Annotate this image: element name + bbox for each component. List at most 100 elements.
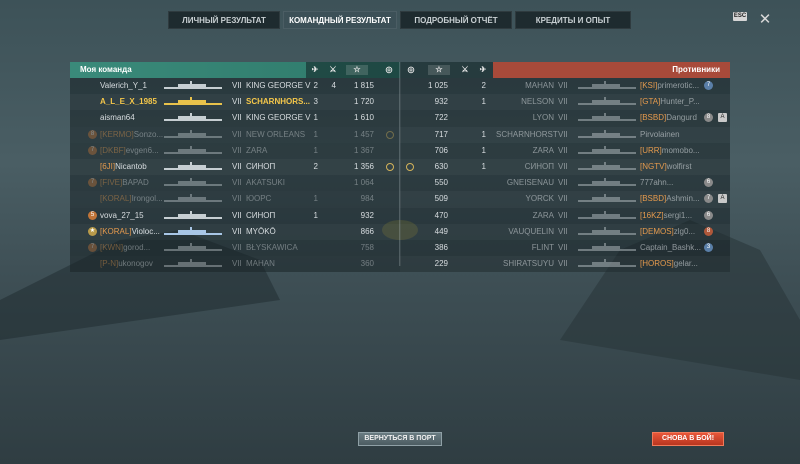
- table-row[interactable]: 7 [KWN]gorod... VII BŁYSKAWICA 758: [70, 240, 400, 256]
- rank-badge-icon: 8: [88, 129, 97, 139]
- rank-badge-icon: 7: [704, 81, 713, 90]
- table-row[interactable]: 449 VAUQUELIN VII [DEMOS]zlg0... 8: [400, 224, 730, 240]
- ship-kills-icon[interactable]: ⚔: [328, 65, 338, 75]
- tab-credits-xp[interactable]: КРЕДИТЫ И ОПЫТ: [515, 11, 631, 29]
- rank-badge-icon: 7: [88, 145, 97, 155]
- player-name-cell: [KORAL]Irongol...: [100, 191, 163, 207]
- ship-silhouette-icon: [578, 242, 636, 251]
- ship-silhouette-icon: [578, 226, 636, 235]
- clan-tag: [DEMOS]: [640, 226, 674, 236]
- ship-silhouette-icon: [578, 210, 636, 219]
- player-name: Sonzo...: [133, 129, 164, 139]
- table-row[interactable]: 509 YORCK VII [BSBD]Ashmin... 7 A: [400, 191, 730, 207]
- ship-silhouette-icon: [164, 129, 222, 138]
- rank-badge-icon: 6: [704, 210, 713, 220]
- base-xp-value: 509: [434, 194, 448, 204]
- player-name-cell: A_L_E_X_1985: [100, 94, 157, 110]
- base-xp-value: 984: [360, 194, 374, 204]
- table-row[interactable]: aisman64 VII KING GEORGE V1 1 610: [70, 110, 400, 126]
- ship-silhouette-icon: [164, 210, 222, 219]
- base-xp-value: 866: [360, 226, 374, 236]
- table-row[interactable]: 470 ZARA VII [16KZ]sergi1... 6: [400, 208, 730, 224]
- battle-again-button[interactable]: СНОВА В БОЙ!: [652, 432, 724, 446]
- plane-kills-value: 1: [313, 210, 318, 220]
- ship-name: СИНОП: [246, 210, 276, 220]
- base-xp-value: 449: [434, 226, 448, 236]
- table-row[interactable]: A_L_E_X_1985 VII SCHARNHORS... 3 1 720: [70, 94, 400, 110]
- player-name-cell: [KSI]primerotic...: [640, 78, 699, 94]
- table-row[interactable]: ★ [KORAL]Violoc... VII MYŌKŌ 866: [70, 224, 400, 240]
- plane-kills-value: 1: [481, 145, 486, 155]
- clan-tag: [KORAL]: [100, 194, 132, 204]
- table-row[interactable]: 8 [KERMO]Sonzo... VII NEW ORLEANS 1 1 457: [70, 127, 400, 143]
- rank-badge-icon: ★: [88, 226, 97, 236]
- tab-personal-result[interactable]: ЛИЧНЫЙ РЕЗУЛЬТАТ: [168, 11, 280, 29]
- base-xp-value: 386: [434, 242, 448, 252]
- tab-team-result[interactable]: КОМАНДНЫЙ РЕЗУЛЬТАТ: [283, 11, 397, 29]
- plane-kills-icon[interactable]: ✈: [310, 65, 320, 75]
- my-team-header: Моя команда ✈ ⚔ ☆ ◎: [70, 62, 400, 78]
- player-name-cell: [16KZ]sergi1...: [640, 208, 692, 224]
- ship-silhouette-icon: [578, 129, 636, 138]
- table-row[interactable]: 7 [DKBF]evgen6... VII ZARA 1 1 367: [70, 143, 400, 159]
- ship-tier: VII: [558, 161, 568, 171]
- player-name: Hunter_P...: [660, 97, 700, 107]
- table-row[interactable]: 229 SHIRATSUYU VII [HOROS]gelar...: [400, 256, 730, 272]
- my-team-title: Моя команда: [80, 65, 132, 74]
- player-name: wolfirst: [666, 161, 692, 171]
- ship-tier: VII: [232, 178, 242, 188]
- division-square-icon: A: [718, 194, 727, 204]
- table-row[interactable]: [KORAL]Irongol... VII ЮОРС 1 984: [70, 191, 400, 207]
- clan-tag: [HOROS]: [640, 259, 674, 269]
- table-row[interactable]: 5 vova_27_15 VII СИНОП 1 932: [70, 208, 400, 224]
- plane-kills-icon[interactable]: ✈: [478, 65, 488, 75]
- ship-tier: VII: [232, 161, 242, 171]
- player-name-cell: Valerich_Y_1: [100, 78, 147, 94]
- table-row[interactable]: Valerich_Y_1 VII KING GEORGE V2 4 1 815: [70, 78, 400, 94]
- ship-tier: VII: [558, 226, 568, 236]
- base-xp-value: 1 064: [353, 178, 374, 188]
- table-row[interactable]: 550 GNEISENAU VII 777ahn... 6: [400, 175, 730, 191]
- ship-tier: VII: [232, 145, 242, 155]
- ship-name: SCHARNHORST: [496, 129, 558, 139]
- player-name-cell: Captain_Bashk...: [640, 240, 701, 256]
- plane-kills-value: 1: [313, 113, 318, 123]
- table-row[interactable]: 7 [FIVE]BAPAD VII AKATSUKI 1 064: [70, 175, 400, 191]
- ship-silhouette-icon: [578, 259, 636, 268]
- ship-silhouette-icon: [164, 259, 222, 268]
- table-row[interactable]: 630 1 СИНОП VII [NGTV]wolfirst: [400, 159, 730, 175]
- close-icon[interactable]: ✕: [756, 11, 774, 29]
- table-row[interactable]: 722 LYON VII [BSBD]Dangurd 8 A: [400, 110, 730, 126]
- player-name-cell: [6JI]Nicantob: [100, 159, 147, 175]
- table-row[interactable]: 1 025 2 MAHAN VII [KSI]primerotic... 7: [400, 78, 730, 94]
- plane-kills-value: 1: [313, 145, 318, 155]
- base-xp-icon[interactable]: ☆: [346, 65, 368, 75]
- return-to-port-button[interactable]: ВЕРНУТЬСЯ В ПОРТ: [358, 432, 442, 446]
- player-name: Captain_Bashk...: [640, 242, 701, 252]
- ship-kills-icon[interactable]: ⚔: [460, 65, 470, 75]
- base-xp-value: 550: [434, 178, 448, 188]
- table-row[interactable]: [6JI]Nicantob VII СИНОП 2 1 356: [70, 159, 400, 175]
- clan-tag: [FIVE]: [100, 178, 123, 188]
- table-row[interactable]: 706 1 ZARA VII [URR]momobo...: [400, 143, 730, 159]
- ship-name: MYŌKŌ: [246, 226, 276, 236]
- tab-detailed-report[interactable]: ПОДРОБНЫЙ ОТЧЁТ: [400, 11, 512, 29]
- base-xp-value: 229: [434, 259, 448, 269]
- player-name: gelar...: [673, 259, 698, 269]
- ship-name: FLINT: [531, 242, 554, 252]
- medal-icon: [406, 162, 414, 171]
- ship-tier: VII: [558, 242, 568, 252]
- table-row[interactable]: 932 1 NELSON VII [GTA]Hunter_P...: [400, 94, 730, 110]
- base-xp-icon[interactable]: ☆: [428, 65, 450, 75]
- table-row[interactable]: [P-N]ukonogov VII MAHAN 360: [70, 256, 400, 272]
- table-row[interactable]: 717 1 SCHARNHORST VII Pirvolainen: [400, 127, 730, 143]
- tab-bar: ЛИЧНЫЙ РЕЗУЛЬТАТ КОМАНДНЫЙ РЕЗУЛЬТАТ ПОД…: [168, 11, 631, 29]
- base-xp-value: 932: [434, 97, 448, 107]
- ship-tier: VII: [558, 113, 568, 123]
- base-xp-value: 1 815: [353, 81, 374, 90]
- base-xp-value: 758: [360, 242, 374, 252]
- table-row[interactable]: 386 FLINT VII Captain_Bashk... 3: [400, 240, 730, 256]
- my-team-table: Моя команда ✈ ⚔ ☆ ◎ Valerich_Y_1 VII KING …: [70, 62, 400, 273]
- ship-name: СИНОП: [524, 161, 554, 171]
- base-xp-value: 717: [434, 129, 448, 139]
